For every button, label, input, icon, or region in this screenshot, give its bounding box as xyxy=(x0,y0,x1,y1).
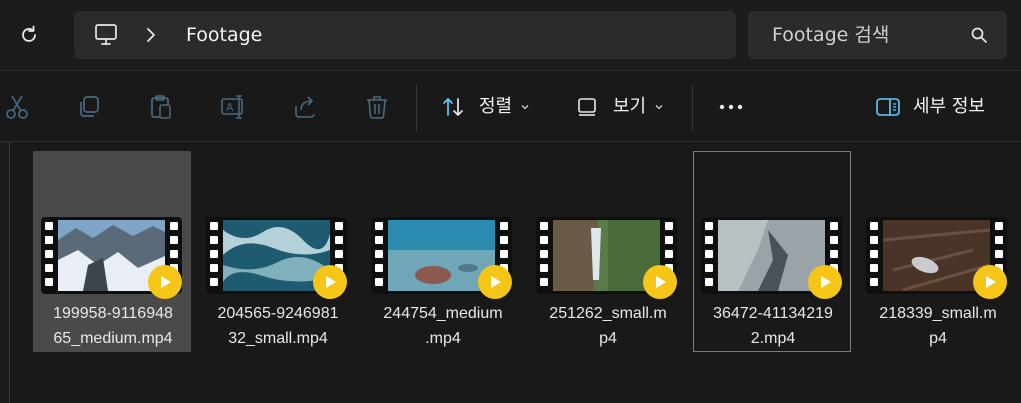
command-bar: A 정렬 보기 세부 정보 xyxy=(0,71,1021,141)
copy-icon xyxy=(80,96,99,117)
copy-button[interactable] xyxy=(76,93,102,121)
more-options-button[interactable] xyxy=(718,93,744,121)
sort-icon xyxy=(443,98,463,116)
file-tile[interactable]: 251262_small.m p4 xyxy=(528,151,686,352)
delete-button[interactable] xyxy=(364,93,390,121)
chevron-down-icon xyxy=(655,105,663,110)
search-icon[interactable] xyxy=(970,26,988,48)
more-icon xyxy=(719,104,743,110)
toolbar-divider xyxy=(416,85,417,131)
play-icon xyxy=(973,265,1007,299)
file-name: 244754_medium .mp4 xyxy=(383,305,503,347)
play-icon xyxy=(808,265,842,299)
breadcrumb-current[interactable]: Footage xyxy=(186,23,262,47)
title-bar: Footage Footage 검색 xyxy=(0,0,1021,70)
file-tile[interactable]: 199958-9116948 65_medium.mp4 xyxy=(33,151,191,352)
play-icon xyxy=(643,265,677,299)
search-box[interactable]: Footage 검색 xyxy=(748,11,1007,59)
details-pane-icon xyxy=(876,98,900,116)
file-tile[interactable]: 204565-9246981 32_small.mp4 xyxy=(198,151,356,352)
view-label: 보기 xyxy=(613,96,647,117)
file-name: 218339_small.m p4 xyxy=(879,305,997,347)
cut-icon xyxy=(6,95,28,119)
play-icon xyxy=(148,265,182,299)
this-pc-icon[interactable] xyxy=(94,23,120,51)
refresh-button[interactable] xyxy=(14,20,44,50)
address-bar[interactable]: Footage xyxy=(74,11,736,59)
view-icon xyxy=(578,98,596,116)
sort-button[interactable]: 정렬 xyxy=(441,93,530,121)
file-tile[interactable]: 244754_medium .mp4 xyxy=(363,151,521,352)
view-button[interactable]: 보기 xyxy=(577,93,664,121)
svg-text:A: A xyxy=(226,101,234,114)
file-tile[interactable]: 36472-41134219 2.mp4 xyxy=(693,151,851,352)
divider xyxy=(0,141,1021,142)
details-pane-button[interactable]: 세부 정보 xyxy=(875,93,985,121)
breadcrumb-chevron-icon[interactable] xyxy=(144,25,158,49)
toolbar-divider xyxy=(692,85,693,131)
navigation-pane-edge xyxy=(0,142,10,403)
file-name: 199958-9116948 65_medium.mp4 xyxy=(53,305,173,347)
file-name: 204565-9246981 32_small.mp4 xyxy=(217,305,339,347)
details-label: 세부 정보 xyxy=(913,96,985,117)
sort-label: 정렬 xyxy=(479,96,513,117)
chevron-down-icon xyxy=(521,105,529,110)
rename-button[interactable]: A xyxy=(220,93,248,121)
paste-icon xyxy=(151,95,171,119)
share-icon xyxy=(295,96,315,118)
play-icon xyxy=(478,265,512,299)
file-tile[interactable]: 218339_small.m p4 xyxy=(858,151,1016,352)
refresh-icon xyxy=(22,25,36,42)
play-icon xyxy=(313,265,347,299)
paste-button[interactable] xyxy=(148,93,174,121)
file-name: 251262_small.m p4 xyxy=(549,305,667,347)
search-placeholder: Footage 검색 xyxy=(772,24,890,46)
file-name: 36472-41134219 2.mp4 xyxy=(713,305,833,347)
trash-icon xyxy=(367,96,387,119)
share-button[interactable] xyxy=(292,93,318,121)
rename-icon: A xyxy=(221,95,243,119)
cut-button[interactable] xyxy=(4,93,30,121)
